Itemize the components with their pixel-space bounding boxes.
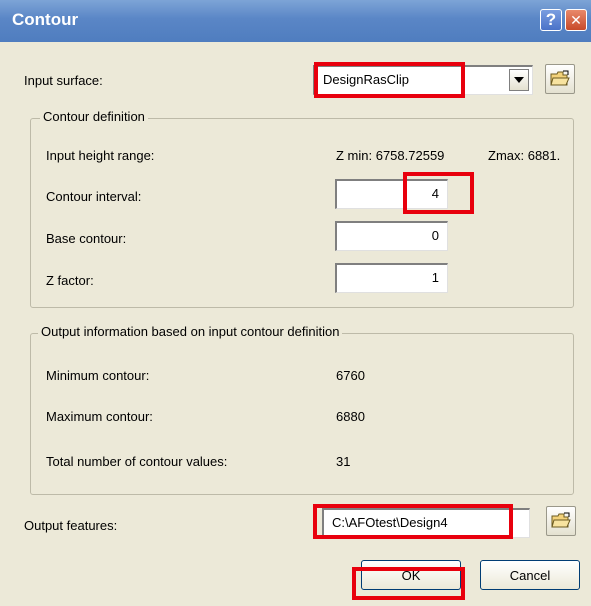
contour-interval-label: Contour interval: — [46, 189, 142, 204]
maximum-contour-label: Maximum contour: — [46, 409, 153, 424]
output-information-title: Output information based on input contou… — [38, 324, 343, 339]
z-factor-label: Z factor: — [46, 273, 94, 288]
input-height-range-label: Input height range: — [46, 148, 155, 163]
cancel-button[interactable]: Cancel — [480, 560, 580, 590]
contour-definition-title: Contour definition — [40, 109, 148, 124]
input-surface-combobox[interactable]: DesignRasClip — [313, 65, 533, 95]
cancel-button-label: Cancel — [509, 567, 551, 583]
window-title: Contour — [12, 10, 79, 29]
base-contour-value: 0 — [431, 228, 439, 243]
input-surface-value: DesignRasClip — [323, 72, 409, 87]
zmin-value: Z min: 6758.72559 — [336, 148, 445, 163]
help-button[interactable]: ? — [540, 9, 562, 31]
minimum-contour-label: Minimum contour: — [46, 368, 150, 383]
output-features-field[interactable]: C:\AFOtest\Design4 — [322, 508, 530, 538]
zmax-value: Zmax: 6881. — [488, 148, 561, 163]
z-factor-value: 1 — [431, 270, 439, 285]
input-surface-label: Input surface: — [24, 73, 103, 88]
close-icon: ✕ — [570, 11, 582, 28]
contour-definition-group — [30, 118, 574, 308]
output-features-value: C:\AFOtest\Design4 — [332, 515, 448, 530]
open-folder-icon — [551, 512, 571, 528]
chevron-down-icon — [514, 77, 524, 83]
base-contour-label: Base contour: — [46, 231, 127, 246]
ok-button-label: OK — [401, 567, 421, 583]
close-button[interactable]: ✕ — [565, 9, 587, 31]
output-features-label: Output features: — [24, 518, 118, 533]
contour-interval-field[interactable]: 4 — [335, 179, 448, 209]
z-factor-field[interactable]: 1 — [335, 263, 448, 293]
total-contour-values-value: 31 — [336, 454, 351, 469]
ok-button[interactable]: OK — [361, 560, 461, 590]
open-folder-icon — [550, 70, 570, 86]
browse-input-surface-button[interactable] — [545, 64, 575, 94]
maximum-contour-value: 6880 — [336, 409, 365, 424]
help-icon: ? — [545, 10, 557, 29]
contour-interval-value: 4 — [431, 186, 439, 201]
total-contour-values-label: Total number of contour values: — [46, 454, 228, 469]
input-surface-dropdown-button[interactable] — [509, 69, 529, 91]
minimum-contour-value: 6760 — [336, 368, 365, 383]
contour-dialog: Contour ? ✕ Input surface: DesignRasClip… — [0, 0, 591, 606]
browse-output-features-button[interactable] — [546, 506, 576, 536]
title-bar[interactable]: Contour ? ✕ — [0, 0, 591, 42]
base-contour-field[interactable]: 0 — [335, 221, 448, 251]
